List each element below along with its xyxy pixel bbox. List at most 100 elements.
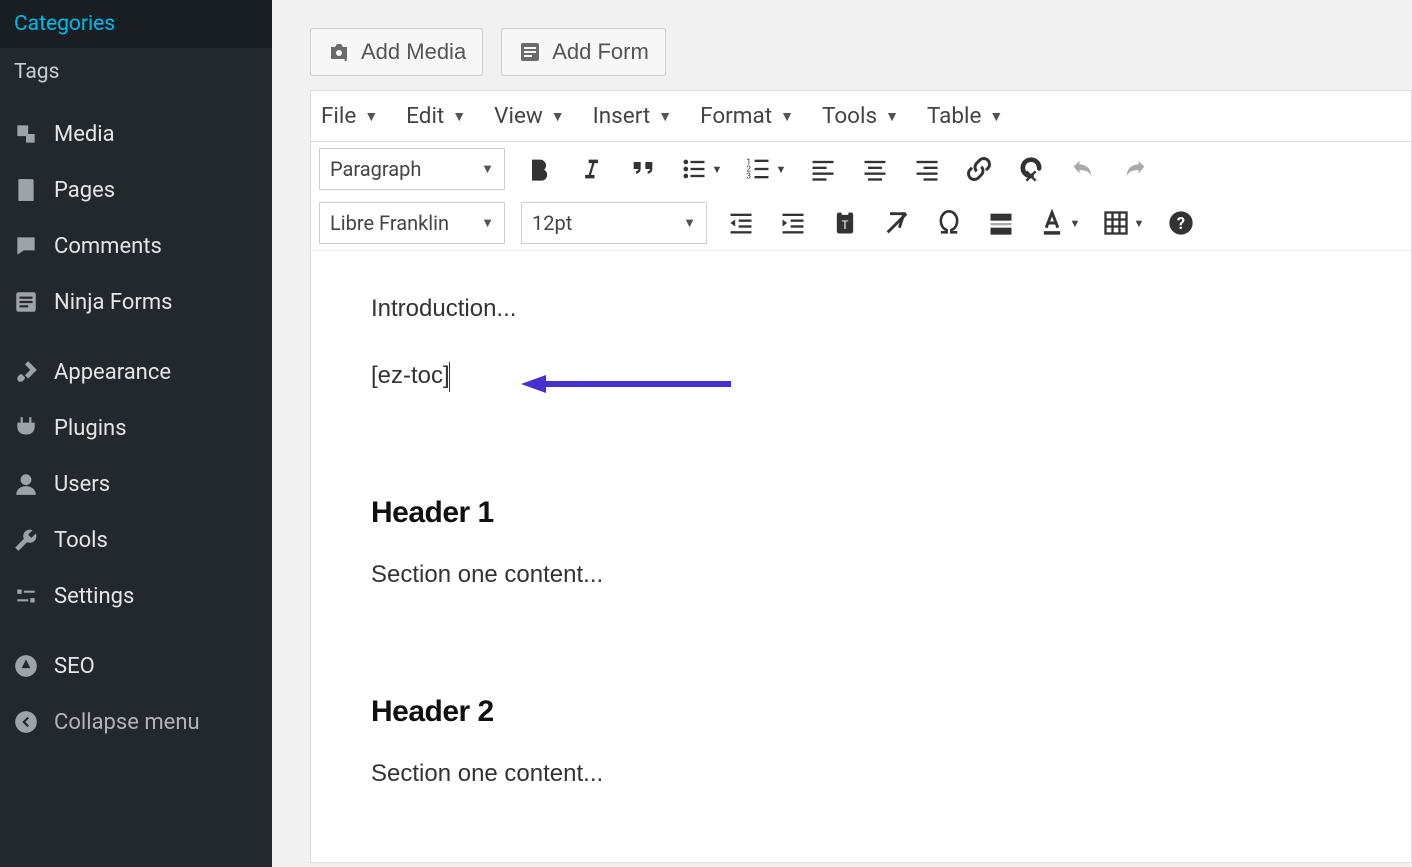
- sidebar-item-tools[interactable]: Tools: [0, 512, 272, 568]
- indent-button[interactable]: [775, 205, 811, 241]
- content-paragraph[interactable]: Section one content...: [371, 557, 1367, 593]
- table-button[interactable]: ▼: [1099, 205, 1147, 241]
- undo-button[interactable]: [1065, 151, 1101, 187]
- sidebar-item-label: Media: [54, 122, 115, 147]
- chevron-down-icon: ▼: [712, 163, 723, 176]
- svg-text:?: ?: [1177, 214, 1185, 233]
- menu-edit[interactable]: Edit▼: [406, 103, 466, 129]
- clear-formatting-button[interactable]: [879, 205, 915, 241]
- bullet-list-button[interactable]: ▼: [677, 151, 725, 187]
- sidebar-item-label: Users: [54, 472, 110, 497]
- special-character-button[interactable]: [931, 205, 967, 241]
- sidebar-subitem-categories[interactable]: Categories: [0, 0, 272, 48]
- sidebar-item-ninja-forms[interactable]: Ninja Forms: [0, 274, 272, 330]
- chevron-down-icon: ▼: [658, 108, 672, 125]
- sidebar-collapse-label: Collapse menu: [54, 710, 200, 735]
- menu-view[interactable]: View▼: [494, 103, 565, 129]
- font-family-select[interactable]: Libre Franklin ▼: [319, 202, 505, 244]
- sidebar-item-appearance[interactable]: Appearance: [0, 344, 272, 400]
- bold-button[interactable]: [521, 151, 557, 187]
- admin-sidebar: Categories Tags Media Pages Comments: [0, 0, 272, 867]
- sidebar-item-label: SEO: [54, 654, 95, 679]
- sidebar-subsection: Categories Tags: [0, 0, 272, 96]
- text-color-button[interactable]: ▼: [1035, 205, 1083, 241]
- content-paragraph[interactable]: Introduction...: [371, 291, 1367, 327]
- sidebar-collapse[interactable]: Collapse menu: [0, 694, 272, 750]
- outdent-button[interactable]: [723, 205, 759, 241]
- align-right-button[interactable]: [909, 151, 945, 187]
- link-button[interactable]: [961, 151, 997, 187]
- menu-file[interactable]: File▼: [321, 103, 378, 129]
- button-label: Add Form: [552, 39, 649, 65]
- editor-panel: File▼ Edit▼ View▼ Insert▼ Format▼ Tools▼…: [310, 90, 1412, 863]
- sidebar-item-comments[interactable]: Comments: [0, 218, 272, 274]
- sidebar-subitem-tags[interactable]: Tags: [0, 48, 272, 96]
- select-value: 12pt: [532, 211, 572, 235]
- blockquote-button[interactable]: [625, 151, 661, 187]
- read-more-button[interactable]: [983, 205, 1019, 241]
- sliders-icon: [12, 582, 40, 610]
- chevron-down-icon: ▼: [780, 108, 794, 125]
- chevron-down-icon: ▼: [452, 108, 466, 125]
- collapse-icon: [12, 708, 40, 736]
- sidebar-item-plugins[interactable]: Plugins: [0, 400, 272, 456]
- seo-icon: [12, 652, 40, 680]
- redo-button[interactable]: [1117, 151, 1153, 187]
- sidebar-item-seo[interactable]: SEO: [0, 638, 272, 694]
- select-value: Libre Franklin: [330, 211, 449, 235]
- numbered-list-button[interactable]: 123▼: [741, 151, 789, 187]
- menu-format[interactable]: Format▼: [700, 103, 794, 129]
- chevron-down-icon: ▼: [1070, 217, 1081, 230]
- paragraph-format-select[interactable]: Paragraph ▼: [319, 148, 505, 190]
- sidebar-item-pages[interactable]: Pages: [0, 162, 272, 218]
- sidebar-item-settings[interactable]: Settings: [0, 568, 272, 624]
- sidebar-item-label: Settings: [54, 584, 134, 609]
- content-paragraph[interactable]: Section one content...: [371, 756, 1367, 792]
- sidebar-item-label: Comments: [54, 234, 162, 259]
- align-left-button[interactable]: [805, 151, 841, 187]
- plug-icon: [12, 414, 40, 442]
- button-label: Add Media: [361, 39, 466, 65]
- content-heading[interactable]: Header 1: [371, 490, 1367, 535]
- help-button[interactable]: ?: [1163, 205, 1199, 241]
- paste-text-button[interactable]: T: [827, 205, 863, 241]
- add-media-button[interactable]: Add Media: [310, 28, 483, 76]
- shortcode-line[interactable]: [ez-toc]: [371, 358, 450, 394]
- chevron-down-icon: ▼: [481, 161, 494, 177]
- menu-insert[interactable]: Insert▼: [593, 103, 672, 129]
- chevron-down-icon: ▼: [989, 108, 1003, 125]
- sidebar-item-media[interactable]: Media: [0, 106, 272, 162]
- editor-menubar: File▼ Edit▼ View▼ Insert▼ Format▼ Tools▼…: [311, 91, 1411, 142]
- chevron-down-icon: ▼: [1134, 217, 1145, 230]
- page-icon: [12, 176, 40, 204]
- chevron-down-icon: ▼: [776, 163, 787, 176]
- sidebar-item-label: Pages: [54, 178, 115, 203]
- italic-button[interactable]: [573, 151, 609, 187]
- form-icon: [518, 40, 542, 64]
- chevron-down-icon: ▼: [551, 108, 565, 125]
- menu-tools[interactable]: Tools▼: [822, 103, 899, 129]
- add-form-button[interactable]: Add Form: [501, 28, 666, 76]
- chevron-down-icon: ▼: [364, 108, 378, 125]
- chevron-down-icon: ▼: [683, 215, 696, 231]
- user-icon: [12, 470, 40, 498]
- align-center-button[interactable]: [857, 151, 893, 187]
- editor-toolbar: Paragraph ▼ ▼ 123▼ Libre Franklin: [311, 142, 1411, 251]
- svg-text:T: T: [842, 218, 849, 232]
- font-size-select[interactable]: 12pt ▼: [521, 202, 707, 244]
- camera-icon: [327, 40, 351, 64]
- chevron-down-icon: ▼: [885, 108, 899, 125]
- form-icon: [12, 288, 40, 316]
- sidebar-item-users[interactable]: Users: [0, 456, 272, 512]
- shortcode-text: [ez-toc]: [371, 362, 450, 389]
- select-value: Paragraph: [330, 157, 421, 181]
- text-cursor: [449, 362, 450, 392]
- editor-content[interactable]: Introduction... [ez-toc] Header 1 Sectio…: [311, 251, 1411, 862]
- menu-table[interactable]: Table▼: [927, 103, 1003, 129]
- chevron-down-icon: ▼: [481, 215, 494, 231]
- content-heading[interactable]: Header 2: [371, 689, 1367, 734]
- media-icon: [12, 120, 40, 148]
- wrench-icon: [12, 526, 40, 554]
- insert-shortcode-button[interactable]: [1013, 151, 1049, 187]
- svg-text:3: 3: [746, 170, 751, 180]
